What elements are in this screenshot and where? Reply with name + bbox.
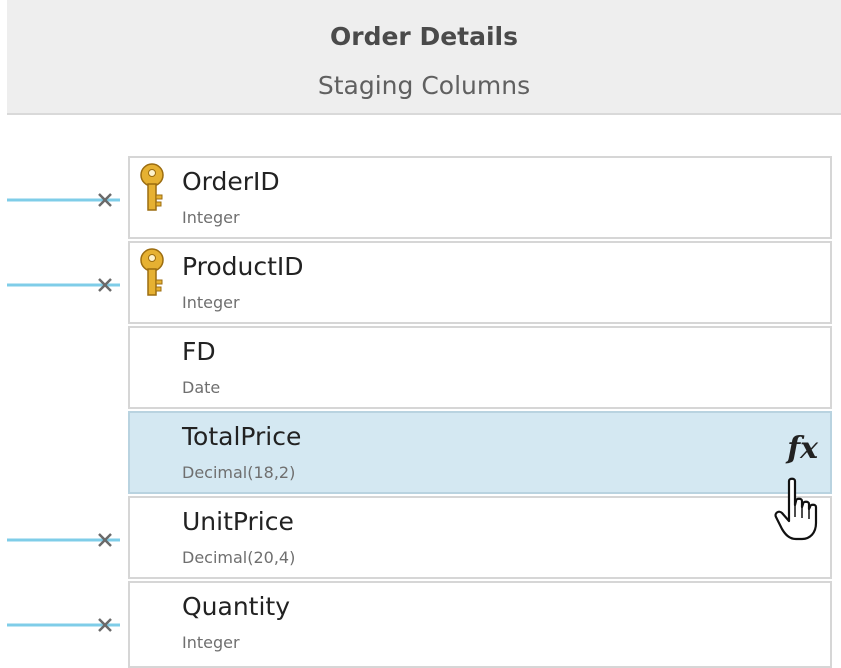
key-icon — [140, 163, 164, 211]
column-name: FD — [182, 337, 216, 366]
mapping-connector[interactable] — [7, 275, 120, 295]
column-row-quantity[interactable]: Quantity Integer — [128, 581, 832, 668]
column-name: UnitPrice — [182, 507, 294, 536]
mapping-connector[interactable] — [7, 530, 120, 550]
hand-pointer-icon — [774, 477, 818, 541]
column-type: Integer — [182, 293, 240, 312]
column-name: OrderID — [182, 167, 280, 196]
column-row-orderid[interactable]: OrderID Integer — [128, 156, 832, 239]
mapping-connector[interactable] — [7, 190, 120, 210]
column-name: ProductID — [182, 252, 304, 281]
column-row-unitprice[interactable]: UnitPrice Decimal(20,4) — [128, 496, 832, 579]
column-name: TotalPrice — [182, 422, 302, 451]
column-name: Quantity — [182, 592, 291, 621]
column-type: Decimal(20,4) — [182, 548, 296, 567]
column-row-totalprice[interactable]: TotalPrice Decimal(18,2) fx — [128, 411, 832, 494]
key-icon — [140, 248, 164, 296]
column-type: Decimal(18,2) — [182, 463, 296, 482]
table-subtitle: Staging Columns — [317, 71, 531, 100]
column-row-fd[interactable]: FD Date — [128, 326, 832, 409]
mapping-connector[interactable] — [7, 615, 120, 635]
column-row-productid[interactable]: ProductID Integer — [128, 241, 832, 324]
column-type: Integer — [182, 633, 240, 652]
table-header: Order Details Staging Columns — [7, 0, 841, 115]
column-type: Integer — [182, 208, 240, 227]
table-title: Order Details — [329, 22, 518, 51]
fx-icon[interactable]: fx — [787, 431, 818, 466]
column-type: Date — [182, 378, 221, 397]
